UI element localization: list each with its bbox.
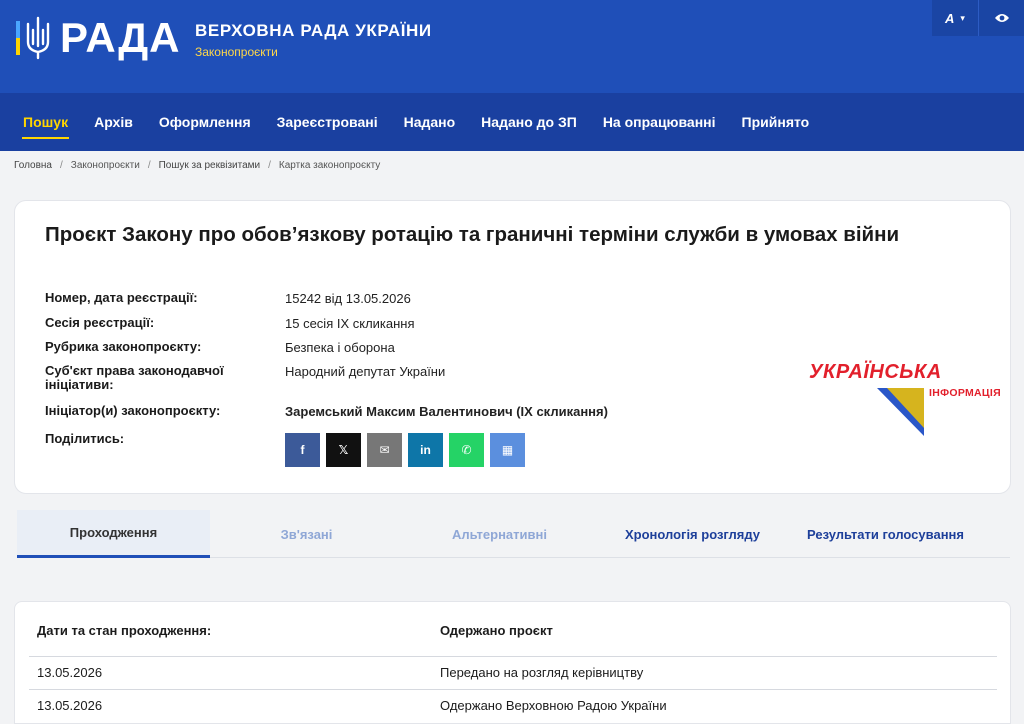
passage-table: Дати та стан проходження: Одержано проєк… xyxy=(14,601,1011,724)
field-label: Ініціатор(и) законопроєкту: xyxy=(45,403,221,418)
share-buttons: f 𝕏 ✉ in ✆ ▦ xyxy=(285,433,531,467)
eye-icon xyxy=(994,14,1009,22)
table-header-row: Дати та стан проходження: Одержано проєк… xyxy=(29,620,997,640)
share-qr-button[interactable]: ▦ xyxy=(490,433,525,467)
whatsapp-icon: ✆ xyxy=(461,443,472,457)
field-rubric: Рубрика законопроєкту: Безпека і оборона xyxy=(45,339,395,356)
breadcrumb-separator: / xyxy=(60,160,63,171)
share-facebook-button[interactable]: f xyxy=(285,433,320,467)
table-divider xyxy=(29,656,997,657)
field-subject: Суб'єкт права законодавчої ініціативи: Н… xyxy=(45,364,445,392)
font-size-label: A xyxy=(945,10,955,26)
linkedin-icon: in xyxy=(420,443,431,457)
mail-icon: ✉ xyxy=(379,443,390,457)
site-title-block: ВЕРХОВНА РАДА УКРАЇНИ Законопроєкти xyxy=(195,20,432,59)
table-row: 13.05.2026 Передано на розгляд керівницт… xyxy=(29,661,997,683)
accessibility-button[interactable] xyxy=(978,0,1024,36)
share-x-button[interactable]: 𝕏 xyxy=(326,433,361,467)
table-header: Одержано проєкт xyxy=(440,622,553,638)
facebook-icon: f xyxy=(300,443,305,457)
field-label: Сесія реєстрації: xyxy=(45,315,155,330)
qr-code-icon: ▦ xyxy=(501,443,514,457)
field-share: Поділитись: xyxy=(45,432,285,446)
logo-text: РАДА xyxy=(60,14,181,61)
table-row: 13.05.2026 Одержано Верховною Радою Укра… xyxy=(29,694,997,716)
tab-voting-results[interactable]: Результати голосування xyxy=(789,510,982,558)
initiator-link[interactable]: Заремський Максим Валентинович (IX склик… xyxy=(285,404,608,419)
breadcrumb-separator: / xyxy=(268,160,271,171)
field-session: Сесія реєстрації: 15 сесія IX скликання xyxy=(45,315,415,332)
field-label: Суб'єкт права законодавчої ініціативи: xyxy=(45,363,224,392)
share-email-button[interactable]: ✉ xyxy=(367,433,402,467)
field-value: Безпека і оборона xyxy=(285,340,395,355)
table-divider xyxy=(29,689,997,690)
field-value: 15242 від 13.05.2026 xyxy=(285,291,411,306)
nav-item-drafting[interactable]: Оформлення xyxy=(146,93,264,151)
header-controls: A ▾ xyxy=(932,0,1024,36)
site-logo[interactable]: РАДА xyxy=(16,16,180,60)
bill-tabs: Проходження Зв'язані Альтернативні Хроно… xyxy=(17,510,1010,558)
breadcrumb-current: Картка законопроєкту xyxy=(278,160,381,171)
site-title: ВЕРХОВНА РАДА УКРАЇНИ xyxy=(195,21,432,40)
site-header: РАДА ВЕРХОВНА РАДА УКРАЇНИ Законопроєкти… xyxy=(0,0,1024,93)
nav-item-in-progress[interactable]: На опрацюванні xyxy=(590,93,729,151)
watermark-logo: УКРАЇНСЬКА ІНФОРМАЦІЯ xyxy=(809,358,1019,438)
field-registration: Номер, дата реєстрації: 15242 від 13.05.… xyxy=(45,290,411,307)
table-cell-date: 13.05.2026 xyxy=(37,664,103,680)
nav-item-submitted-zp[interactable]: Надано до ЗП xyxy=(468,93,590,151)
field-value: 15 сесія IX скликання xyxy=(285,316,415,331)
nav-item-archive[interactable]: Архів xyxy=(81,93,146,151)
nav-item-adopted[interactable]: Прийнято xyxy=(729,93,823,151)
watermark-line2: ІНФОРМАЦІЯ xyxy=(929,387,1001,399)
field-value: Народний депутат України xyxy=(285,364,446,379)
trident-icon xyxy=(26,16,50,60)
breadcrumb-bills[interactable]: Законопроєкти xyxy=(71,160,140,171)
bill-card: Проєкт Закону про обов’язкову ротацію та… xyxy=(14,200,1011,494)
breadcrumb-separator: / xyxy=(147,160,151,171)
nav-item-search[interactable]: Пошук xyxy=(10,93,81,151)
tab-chronology[interactable]: Хронологія розгляду xyxy=(596,510,789,558)
breadcrumb-home[interactable]: Головна xyxy=(14,160,52,171)
flag-stripe xyxy=(16,21,20,55)
chevron-down-icon: ▾ xyxy=(960,12,965,23)
watermark-line1: УКРАЇНСЬКА xyxy=(809,361,942,383)
font-size-dropdown[interactable]: A ▾ xyxy=(932,0,978,36)
table-cell-status: Одержано Верховною Радою України xyxy=(440,697,667,713)
breadcrumb-search[interactable]: Пошук за реквізитами xyxy=(159,160,261,171)
field-initiator: Ініціатор(и) законопроєкту: Заремський М… xyxy=(45,403,608,420)
x-icon: 𝕏 xyxy=(338,443,349,457)
tab-related[interactable]: Зв'язані xyxy=(210,510,403,558)
share-whatsapp-button[interactable]: ✆ xyxy=(449,433,484,467)
tab-passage[interactable]: Проходження xyxy=(17,510,210,558)
main-nav: Пошук Архів Оформлення Зареєстровані Над… xyxy=(0,93,1024,151)
nav-item-registered[interactable]: Зареєстровані xyxy=(264,93,391,151)
field-label: Номер, дата реєстрації: xyxy=(45,290,198,305)
field-label: Рубрика законопроєкту: xyxy=(45,339,202,354)
share-linkedin-button[interactable]: in xyxy=(408,433,443,467)
nav-item-submitted[interactable]: Надано xyxy=(391,93,469,151)
bill-title: Проєкт Закону про обов’язкову ротацію та… xyxy=(45,223,900,246)
table-header: Дати та стан проходження: xyxy=(37,622,212,638)
field-label: Поділитись: xyxy=(45,431,125,446)
site-subtitle: Законопроєкти xyxy=(195,45,278,59)
table-cell-status: Передано на розгляд керівництву xyxy=(440,664,644,680)
breadcrumb: Головна / Законопроєкти / Пошук за рекві… xyxy=(14,160,380,171)
table-cell-date: 13.05.2026 xyxy=(37,697,103,713)
tab-alternative[interactable]: Альтернативні xyxy=(403,510,596,558)
